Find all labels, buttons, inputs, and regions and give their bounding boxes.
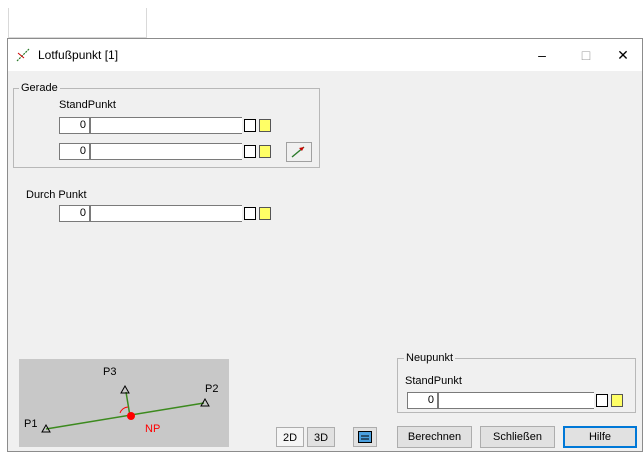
neupunkt-number-field[interactable]: 0	[407, 392, 438, 409]
geometry-preview: P1 P3 P2 NP	[19, 359, 229, 447]
close-button[interactable]: ✕	[600, 39, 643, 71]
gerade-standpunkt-label: StandPunkt	[59, 99, 116, 111]
gerade-row1-text-field[interactable]	[90, 117, 242, 134]
window-title: Lotfußpunkt [1]	[38, 48, 119, 62]
view-2d-button[interactable]: 2D	[276, 427, 304, 447]
display-icon	[358, 431, 372, 443]
document-icon[interactable]	[244, 145, 256, 158]
p2-triangle-icon	[200, 397, 210, 407]
search-icon[interactable]	[259, 119, 271, 132]
background-tab	[8, 8, 147, 38]
schliessen-button[interactable]: Schließen	[480, 426, 555, 448]
gerade-row2-text-field[interactable]	[90, 143, 242, 160]
np-point	[127, 412, 135, 420]
p3-label: P3	[103, 366, 116, 378]
p2-label: P2	[205, 383, 218, 395]
document-icon[interactable]	[244, 207, 256, 220]
search-icon[interactable]	[611, 394, 623, 407]
title-bar: Lotfußpunkt [1] – □ ✕	[8, 39, 642, 71]
diagram-line	[45, 402, 205, 430]
gerade-row2-number-field[interactable]: 0	[59, 143, 90, 160]
np-label: NP	[145, 423, 160, 435]
p3-triangle-icon	[120, 384, 130, 394]
view-3d-button[interactable]: 3D	[307, 427, 335, 447]
durch-punkt-label: Durch Punkt	[26, 189, 87, 201]
lotfuss-diagram: P1 P3 P2 NP	[24, 366, 218, 435]
gerade-label: Gerade	[19, 82, 60, 94]
neupunkt-standpunkt-label: StandPunkt	[405, 375, 462, 387]
berechnen-button[interactable]: Berechnen	[397, 426, 472, 448]
durch-number-field[interactable]: 0	[59, 205, 90, 222]
search-icon[interactable]	[259, 145, 271, 158]
document-icon[interactable]	[244, 119, 256, 132]
pick-arrow-icon	[291, 146, 305, 158]
neupunkt-text-field[interactable]	[438, 392, 594, 409]
p1-label: P1	[24, 418, 37, 430]
right-angle-arc	[119, 406, 129, 414]
minimize-button[interactable]: –	[519, 39, 565, 71]
gerade-row1-number-field[interactable]: 0	[59, 117, 90, 134]
durch-text-field[interactable]	[90, 205, 242, 222]
hilfe-button[interactable]: Hilfe	[563, 426, 637, 448]
display-button[interactable]	[353, 427, 377, 447]
dialog-window: Lotfußpunkt [1] – □ ✕ Gerade StandPunkt …	[7, 38, 643, 452]
lotfuss-icon	[16, 48, 30, 62]
pick-arrow-button[interactable]	[286, 142, 312, 162]
search-icon[interactable]	[259, 207, 271, 220]
neupunkt-label: Neupunkt	[404, 352, 456, 364]
document-icon[interactable]	[596, 394, 608, 407]
